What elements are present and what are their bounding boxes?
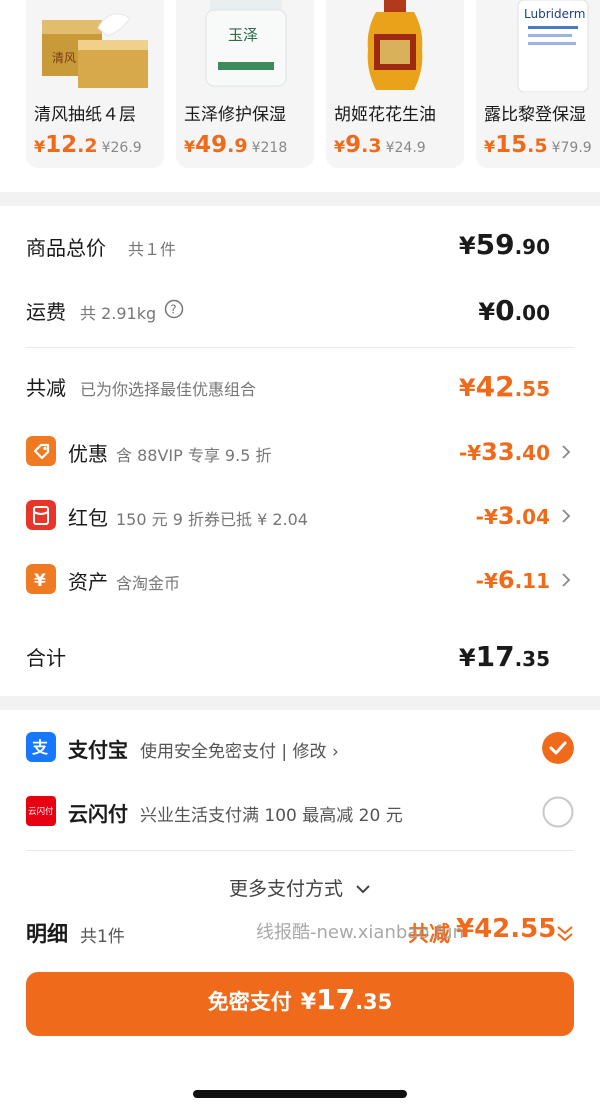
shipping-label: 运费	[26, 300, 66, 324]
chevron-down-icon	[356, 885, 370, 894]
discount-row[interactable]: 优惠 含 88VIP 专享 9.5 折 -¥33.40	[0, 432, 600, 472]
pay-button-label: 免密支付	[207, 990, 292, 1014]
total-discount-row: 共减 已为你选择最佳优惠组合 ¥42.55	[0, 366, 600, 406]
question-circle-icon[interactable]: ?	[164, 299, 184, 319]
svg-text:Lubriderm: Lubriderm	[524, 7, 585, 21]
divider	[26, 347, 574, 348]
product-price: ¥12.2 ¥26.9	[34, 132, 142, 158]
product-name: 清风抽纸４层	[34, 105, 136, 125]
product-name: 玉泽修护保湿	[184, 105, 286, 125]
section-gap	[0, 696, 600, 710]
subtotal-count: 共１件	[128, 240, 177, 259]
discount-amount: -¥33.40	[458, 438, 550, 466]
radio-selected-icon[interactable]	[542, 732, 574, 764]
detail-label: 明细	[26, 922, 68, 946]
divider	[26, 850, 574, 851]
svg-text:¥: ¥	[34, 571, 46, 591]
more-payment-methods[interactable]: 更多支付方式	[0, 874, 600, 901]
payment-option-alipay[interactable]: 支 支付宝 使用安全免密支付 | 修改 ›	[0, 728, 600, 768]
order-total-row: 合计 ¥17.35	[0, 636, 600, 676]
total-discount-label: 共减	[26, 376, 66, 400]
shipping-row: 运费 共 2.91kg ? ¥0.00	[0, 290, 600, 330]
unionpay-name: 云闪付	[68, 802, 128, 826]
red-packet-label: 红包	[68, 506, 108, 530]
svg-text:支: 支	[31, 738, 49, 757]
alipay-icon: 支	[26, 732, 56, 762]
detail-count: 共1件	[80, 927, 125, 947]
product-card-hujihua-oil[interactable]: 胡姬花花生油 ¥9.3 ¥24.9	[326, 0, 464, 168]
chevron-right-icon	[562, 573, 571, 587]
order-total-label: 合计	[26, 646, 66, 670]
product-card-lubriderm-lotion[interactable]: Lubriderm 露比黎登保湿 ¥15.5 ¥79.9	[476, 0, 600, 168]
radio-unselected-icon[interactable]	[542, 796, 574, 828]
unionpay-promo: 兴业生活支付满 100 最高减 20 元	[140, 806, 403, 826]
yen-coin-icon: ¥	[26, 564, 56, 594]
total-discount-amount: ¥42.55	[458, 370, 550, 403]
assets-row[interactable]: ¥ 资产 含淘金币 -¥6.11	[0, 560, 600, 600]
subtotal-amount: ¥59.90	[458, 228, 550, 261]
svg-text:玉泽: 玉泽	[228, 26, 258, 44]
recommended-products-strip: 清风 清风抽纸４层 ¥12.2 ¥26.9 玉泽 玉泽修护保湿 ¥49.9 ¥218…	[0, 0, 600, 192]
svg-text:清风: 清风	[52, 51, 76, 65]
total-discount-note: 已为你选择最佳优惠组合	[80, 380, 257, 399]
home-indicator[interactable]	[193, 1090, 407, 1098]
assets-amount: -¥6.11	[475, 566, 550, 594]
shipping-weight: 共 2.91kg	[80, 304, 157, 323]
payment-option-unionpay[interactable]: 云闪付 云闪付 兴业生活支付满 100 最高减 20 元	[0, 792, 600, 832]
product-name: 胡姬花花生油	[334, 105, 436, 125]
svg-text:云闪付: 云闪付	[28, 806, 54, 817]
tag-icon	[26, 436, 56, 466]
tissue-box-product-image: 清风	[42, 13, 148, 88]
cream-jar-product-image: 玉泽	[205, 0, 287, 87]
product-card-qingfeng-tissue[interactable]: 清风 清风抽纸４层 ¥12.2 ¥26.9	[26, 0, 164, 168]
alipay-desc[interactable]: 使用安全免密支付 | 修改 ›	[140, 737, 339, 762]
chevron-right-icon	[562, 445, 571, 459]
discount-label: 优惠	[68, 442, 108, 466]
alipay-name: 支付宝	[68, 738, 128, 762]
product-price: ¥9.3 ¥24.9	[334, 132, 426, 158]
shipping-amount: ¥0.00	[478, 294, 550, 327]
pay-button-yen: ¥	[300, 990, 317, 1015]
pay-button-amount-int: 17	[316, 983, 356, 1016]
discount-note: 含 88VIP 专享 9.5 折	[116, 446, 272, 465]
product-price: ¥49.9 ¥218	[184, 132, 288, 158]
red-packet-note: 150 元 9 折券已抵 ¥ 2.04	[116, 510, 308, 529]
product-name: 露比黎登保湿	[484, 105, 586, 125]
double-chevron-down-icon[interactable]	[556, 924, 574, 944]
pay-button-amount-dec: .35	[355, 990, 393, 1014]
subtotal-label: 商品总价	[26, 236, 106, 260]
red-packet-row[interactable]: 红包 150 元 9 折券已抵 ¥ 2.04 -¥3.04	[0, 496, 600, 536]
red-packet-amount: -¥3.04	[475, 502, 550, 530]
product-card-yuze-cream[interactable]: 玉泽 玉泽修护保湿 ¥49.9 ¥218	[176, 0, 314, 168]
assets-label: 资产	[68, 570, 108, 594]
svg-text:?: ?	[170, 303, 176, 317]
product-price: ¥15.5 ¥79.9	[484, 132, 592, 158]
subtotal-row: 商品总价 共１件 ¥59.90	[0, 226, 600, 266]
assets-note: 含淘金币	[116, 574, 181, 593]
red-packet-icon	[26, 500, 56, 530]
watermark-text: 线报酷-new.xianbao.fun	[256, 922, 464, 943]
oil-bottle-product-image	[367, 0, 423, 90]
pay-button[interactable]: 免密支付 ¥17.35	[26, 972, 574, 1036]
chevron-right-icon	[562, 509, 571, 523]
section-gap	[0, 192, 600, 206]
lotion-bottle-product-image: Lubriderm	[517, 0, 589, 92]
unionpay-quickpass-icon: 云闪付	[26, 796, 56, 826]
bottom-discount-value: ¥42.55	[456, 914, 557, 944]
order-total-amount: ¥17.35	[458, 640, 550, 673]
